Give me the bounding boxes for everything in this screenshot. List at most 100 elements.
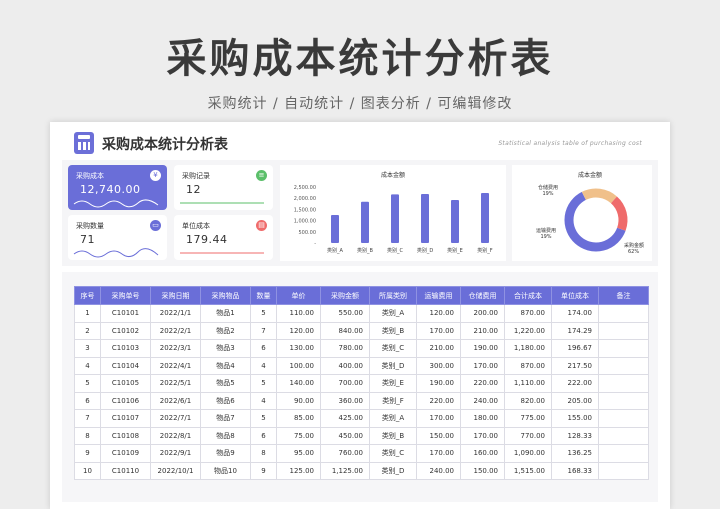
table-row[interactable]: 4 C10104 2022/4/1 物品4 4 100.00 400.00 类别_D 300.0… [74,356,649,375]
pie-slice[interactable] [610,196,628,231]
table-cell[interactable]: 240.00 [460,391,505,410]
table-cell[interactable]: C10104 [100,356,151,375]
table-cell[interactable]: C10106 [100,391,151,410]
table-cell[interactable]: 205.00 [551,391,599,410]
table-cell[interactable]: 1,110.00 [504,374,552,393]
table-row[interactable]: 3 C10103 2022/3/1 物品3 6 130.00 780.00 类别_C 210.0… [74,339,649,358]
table-cell[interactable] [598,426,649,445]
bar[interactable] [421,193,429,243]
table-cell[interactable] [598,356,649,375]
table-cell[interactable]: 类别_B [369,321,417,340]
table-cell[interactable]: 140.00 [276,374,321,393]
table-cell[interactable]: 190.00 [460,339,505,358]
table-cell[interactable]: 180.00 [460,409,505,428]
table-cell[interactable]: 240.00 [416,461,461,480]
column-header[interactable]: 采购单号 [100,286,151,305]
table-cell[interactable]: 780.00 [320,339,370,358]
table-cell[interactable]: 870.00 [504,304,552,323]
table-cell[interactable]: 170.00 [460,356,505,375]
table-cell[interactable]: 120.00 [276,321,321,340]
table-cell[interactable]: 2022/6/1 [150,391,201,410]
table-cell[interactable]: 类别_B [369,426,417,445]
table-cell[interactable]: C10107 [100,409,151,428]
column-header[interactable]: 合计成本 [504,286,552,305]
table-cell[interactable]: 217.50 [551,356,599,375]
table-cell[interactable]: 类别_D [369,461,417,480]
table-cell[interactable]: 210.00 [416,339,461,358]
table-cell[interactable]: 8 [74,426,101,445]
column-header[interactable]: 采购物品 [200,286,251,305]
table-cell[interactable]: 物品8 [200,426,251,445]
table-cell[interactable]: 220.00 [460,374,505,393]
table-cell[interactable]: 75.00 [276,426,321,445]
table-cell[interactable]: 1,090.00 [504,444,552,463]
table-cell[interactable]: C10108 [100,426,151,445]
table-cell[interactable]: 2022/7/1 [150,409,201,428]
table-cell[interactable]: 类别_A [369,409,417,428]
table-cell[interactable]: 9 [250,461,277,480]
table-cell[interactable]: 1 [74,304,101,323]
table-cell[interactable]: 550.00 [320,304,370,323]
table-cell[interactable]: 类别_D [369,356,417,375]
table-cell[interactable]: 120.00 [416,304,461,323]
table-cell[interactable]: 类别_C [369,339,417,358]
table-cell[interactable]: 95.00 [276,444,321,463]
table-cell[interactable]: C10110 [100,461,151,480]
table-cell[interactable]: 1,125.00 [320,461,370,480]
table-cell[interactable]: 820.00 [504,391,552,410]
table-cell[interactable]: 9 [74,444,101,463]
table-cell[interactable]: 400.00 [320,356,370,375]
table-cell[interactable]: 8 [250,444,277,463]
table-cell[interactable]: 1,515.00 [504,461,552,480]
table-cell[interactable]: 2022/8/1 [150,426,201,445]
table-cell[interactable] [598,409,649,428]
column-header[interactable]: 采购金额 [320,286,370,305]
table-cell[interactable]: 2022/2/1 [150,321,201,340]
table-cell[interactable]: 170.00 [460,426,505,445]
table-cell[interactable]: 物品3 [200,339,251,358]
table-cell[interactable]: 物品2 [200,321,251,340]
table-cell[interactable]: 196.67 [551,339,599,358]
table-cell[interactable]: 870.00 [504,356,552,375]
table-row[interactable]: 9 C10109 2022/9/1 物品9 8 95.00 760.00 类别_C 170.00… [74,444,649,463]
pie-slice[interactable] [581,188,617,204]
table-cell[interactable] [598,374,649,393]
table-cell[interactable]: 155.00 [551,409,599,428]
table-cell[interactable]: 物品9 [200,444,251,463]
table-cell[interactable]: 2022/10/1 [150,461,201,480]
table-cell[interactable]: 6 [74,391,101,410]
table-cell[interactable]: 10 [74,461,101,480]
table-cell[interactable]: 2022/4/1 [150,356,201,375]
table-cell[interactable]: 物品7 [200,409,251,428]
column-header[interactable]: 数量 [250,286,277,305]
column-header[interactable]: 备注 [598,286,649,305]
table-cell[interactable]: 170.00 [416,444,461,463]
bar[interactable] [481,193,489,243]
table-cell[interactable]: 150.00 [460,461,505,480]
table-cell[interactable] [598,444,649,463]
table-cell[interactable]: 2022/9/1 [150,444,201,463]
table-cell[interactable]: 2 [74,321,101,340]
table-row[interactable]: 1 C10101 2022/1/1 物品1 5 110.00 550.00 类别_A 120.0… [74,304,649,323]
table-cell[interactable]: 5 [250,409,277,428]
table-cell[interactable]: 220.00 [416,391,461,410]
table-cell[interactable]: 168.33 [551,461,599,480]
table-cell[interactable] [598,391,649,410]
table-cell[interactable]: 190.00 [416,374,461,393]
table-cell[interactable]: 174.00 [551,304,599,323]
table-row[interactable]: 2 C10102 2022/2/1 物品2 7 120.00 840.00 类别_B 170.0… [74,321,649,340]
column-header[interactable]: 运输费用 [416,286,461,305]
table-cell[interactable]: 100.00 [276,356,321,375]
column-header[interactable]: 单价 [276,286,321,305]
table-cell[interactable]: C10102 [100,321,151,340]
column-header[interactable]: 所属类别 [369,286,417,305]
table-cell[interactable]: 物品6 [200,391,251,410]
table-cell[interactable]: 物品10 [200,461,251,480]
table-row[interactable]: 6 C10106 2022/6/1 物品6 4 90.00 360.00 类别_F 220.00… [74,391,649,410]
table-cell[interactable]: 6 [250,426,277,445]
table-cell[interactable]: 类别_A [369,304,417,323]
bar[interactable] [361,201,369,243]
table-cell[interactable]: 150.00 [416,426,461,445]
table-cell[interactable]: 110.00 [276,304,321,323]
table-cell[interactable]: 4 [250,356,277,375]
